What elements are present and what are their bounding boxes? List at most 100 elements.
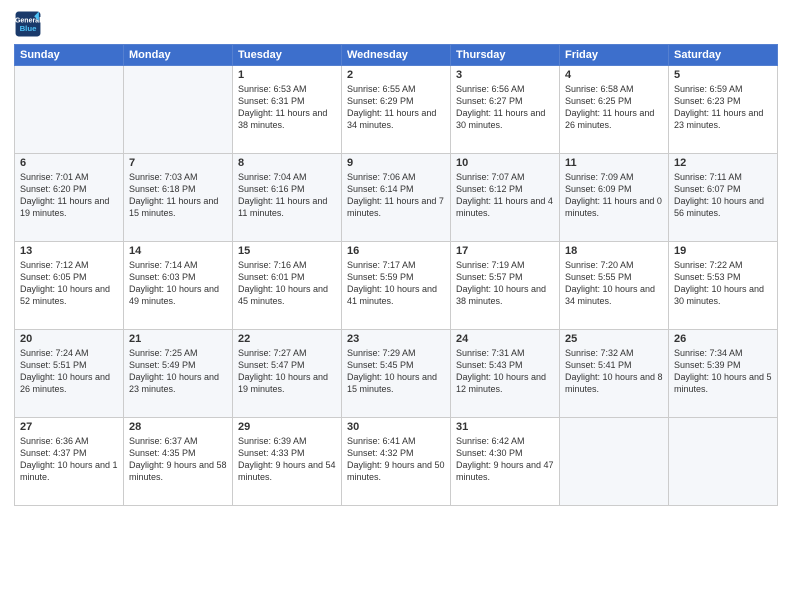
page: General Blue SundayMondayTuesdayWednesda… (0, 0, 792, 612)
calendar-cell: 30Sunrise: 6:41 AM Sunset: 4:32 PM Dayli… (342, 418, 451, 506)
logo-icon: General Blue (14, 10, 42, 38)
calendar-cell: 9 Sunrise: 7:06 AM Sunset: 6:14 PM Daylig… (342, 154, 451, 242)
cell-day-number: 26 (674, 333, 772, 345)
calendar-cell (560, 418, 669, 506)
cell-info: Sunrise: 7:06 AM Sunset: 6:14 PM Dayligh… (347, 171, 445, 220)
calendar-cell: 15 Sunrise: 7:16 AM Sunset: 6:01 PM Dayli… (233, 242, 342, 330)
cell-day-number: 23 (347, 333, 445, 345)
cell-info: Sunrise: 7:01 AM Sunset: 6:20 PM Dayligh… (20, 171, 118, 220)
calendar-cell: 11Sunrise: 7:09 AM Sunset: 6:09 PM Dayli… (560, 154, 669, 242)
cell-day-number: 16 (347, 245, 445, 257)
cell-info: Sunrise: 6:56 AM Sunset: 6:27 PM Dayligh… (456, 83, 554, 132)
cell-day-number: 14 (129, 245, 227, 257)
cell-day-number: 21 (129, 333, 227, 345)
cell-day-number: 17 (456, 245, 554, 257)
calendar-header-monday: Monday (124, 45, 233, 66)
calendar-cell: 20 Sunrise: 7:24 AM Sunset: 5:51 PM Dayli… (15, 330, 124, 418)
cell-day-number: 25 (565, 333, 663, 345)
calendar-week-2: 6 Sunrise: 7:01 AM Sunset: 6:20 PM Daylig… (15, 154, 778, 242)
calendar-cell: 10 Sunrise: 7:07 AM Sunset: 6:12 PM Dayli… (451, 154, 560, 242)
calendar-week-4: 20 Sunrise: 7:24 AM Sunset: 5:51 PM Dayli… (15, 330, 778, 418)
cell-info: Sunrise: 7:19 AM Sunset: 5:57 PM Dayligh… (456, 259, 554, 308)
calendar-cell: 4Sunrise: 6:58 AM Sunset: 6:25 PM Daylig… (560, 66, 669, 154)
cell-info: Sunrise: 6:59 AM Sunset: 6:23 PM Dayligh… (674, 83, 772, 132)
cell-info: Sunrise: 7:25 AM Sunset: 5:49 PM Dayligh… (129, 347, 227, 396)
cell-info: Sunrise: 6:53 AM Sunset: 6:31 PM Dayligh… (238, 83, 336, 132)
calendar-header-wednesday: Wednesday (342, 45, 451, 66)
calendar-header-friday: Friday (560, 45, 669, 66)
calendar-cell (669, 418, 778, 506)
cell-day-number: 2 (347, 69, 445, 81)
cell-day-number: 9 (347, 157, 445, 169)
cell-info: Sunrise: 7:22 AM Sunset: 5:53 PM Dayligh… (674, 259, 772, 308)
calendar-cell: 18 Sunrise: 7:20 AM Sunset: 5:55 PM Dayli… (560, 242, 669, 330)
cell-day-number: 27 (20, 421, 118, 433)
calendar-header-sunday: Sunday (15, 45, 124, 66)
cell-info: Sunrise: 7:09 AM Sunset: 6:09 PM Dayligh… (565, 171, 663, 220)
calendar-header-tuesday: Tuesday (233, 45, 342, 66)
calendar-cell: 22 Sunrise: 7:27 AM Sunset: 5:47 PM Dayli… (233, 330, 342, 418)
header: General Blue (14, 10, 778, 38)
logo: General Blue (14, 10, 44, 38)
cell-info: Sunrise: 7:34 AM Sunset: 5:39 PM Dayligh… (674, 347, 772, 396)
cell-day-number: 6 (20, 157, 118, 169)
cell-info: Sunrise: 7:24 AM Sunset: 5:51 PM Dayligh… (20, 347, 118, 396)
cell-info: Sunrise: 7:07 AM Sunset: 6:12 PM Dayligh… (456, 171, 554, 220)
svg-text:Blue: Blue (20, 24, 38, 33)
calendar-week-1: 1Sunrise: 6:53 AM Sunset: 6:31 PM Daylig… (15, 66, 778, 154)
cell-info: Sunrise: 7:14 AM Sunset: 6:03 PM Dayligh… (129, 259, 227, 308)
calendar-week-5: 27 Sunrise: 6:36 AM Sunset: 4:37 PM Dayli… (15, 418, 778, 506)
calendar-week-3: 13Sunrise: 7:12 AM Sunset: 6:05 PM Dayli… (15, 242, 778, 330)
calendar-cell: 5 Sunrise: 6:59 AM Sunset: 6:23 PM Daylig… (669, 66, 778, 154)
cell-day-number: 31 (456, 421, 554, 433)
calendar-cell: 26 Sunrise: 7:34 AM Sunset: 5:39 PM Dayli… (669, 330, 778, 418)
cell-day-number: 13 (20, 245, 118, 257)
calendar-cell: 28Sunrise: 6:37 AM Sunset: 4:35 PM Dayli… (124, 418, 233, 506)
calendar-cell (15, 66, 124, 154)
cell-info: Sunrise: 7:04 AM Sunset: 6:16 PM Dayligh… (238, 171, 336, 220)
calendar-cell: 31 Sunrise: 6:42 AM Sunset: 4:30 PM Dayli… (451, 418, 560, 506)
cell-info: Sunrise: 6:58 AM Sunset: 6:25 PM Dayligh… (565, 83, 663, 132)
calendar-cell: 14 Sunrise: 7:14 AM Sunset: 6:03 PM Dayli… (124, 242, 233, 330)
cell-info: Sunrise: 6:42 AM Sunset: 4:30 PM Dayligh… (456, 435, 554, 484)
cell-info: Sunrise: 6:37 AM Sunset: 4:35 PM Dayligh… (129, 435, 227, 484)
calendar-cell: 25Sunrise: 7:32 AM Sunset: 5:41 PM Dayli… (560, 330, 669, 418)
calendar-cell: 29 Sunrise: 6:39 AM Sunset: 4:33 PM Dayli… (233, 418, 342, 506)
cell-day-number: 24 (456, 333, 554, 345)
calendar-cell: 13Sunrise: 7:12 AM Sunset: 6:05 PM Dayli… (15, 242, 124, 330)
calendar-cell: 2 Sunrise: 6:55 AM Sunset: 6:29 PM Daylig… (342, 66, 451, 154)
calendar-cell: 27 Sunrise: 6:36 AM Sunset: 4:37 PM Dayli… (15, 418, 124, 506)
cell-day-number: 19 (674, 245, 772, 257)
cell-info: Sunrise: 7:27 AM Sunset: 5:47 PM Dayligh… (238, 347, 336, 396)
cell-info: Sunrise: 6:39 AM Sunset: 4:33 PM Dayligh… (238, 435, 336, 484)
cell-info: Sunrise: 7:16 AM Sunset: 6:01 PM Dayligh… (238, 259, 336, 308)
cell-day-number: 20 (20, 333, 118, 345)
calendar-cell: 17 Sunrise: 7:19 AM Sunset: 5:57 PM Dayli… (451, 242, 560, 330)
cell-info: Sunrise: 7:20 AM Sunset: 5:55 PM Dayligh… (565, 259, 663, 308)
calendar-cell: 16 Sunrise: 7:17 AM Sunset: 5:59 PM Dayli… (342, 242, 451, 330)
calendar-header-thursday: Thursday (451, 45, 560, 66)
cell-day-number: 30 (347, 421, 445, 433)
cell-info: Sunrise: 7:11 AM Sunset: 6:07 PM Dayligh… (674, 171, 772, 220)
cell-day-number: 22 (238, 333, 336, 345)
calendar-cell: 1Sunrise: 6:53 AM Sunset: 6:31 PM Daylig… (233, 66, 342, 154)
cell-day-number: 10 (456, 157, 554, 169)
cell-info: Sunrise: 6:36 AM Sunset: 4:37 PM Dayligh… (20, 435, 118, 484)
cell-info: Sunrise: 7:29 AM Sunset: 5:45 PM Dayligh… (347, 347, 445, 396)
cell-info: Sunrise: 7:03 AM Sunset: 6:18 PM Dayligh… (129, 171, 227, 220)
cell-day-number: 12 (674, 157, 772, 169)
cell-info: Sunrise: 7:17 AM Sunset: 5:59 PM Dayligh… (347, 259, 445, 308)
cell-day-number: 15 (238, 245, 336, 257)
cell-info: Sunrise: 7:31 AM Sunset: 5:43 PM Dayligh… (456, 347, 554, 396)
cell-day-number: 5 (674, 69, 772, 81)
calendar-cell: 12 Sunrise: 7:11 AM Sunset: 6:07 PM Dayli… (669, 154, 778, 242)
cell-day-number: 8 (238, 157, 336, 169)
cell-day-number: 7 (129, 157, 227, 169)
cell-day-number: 18 (565, 245, 663, 257)
calendar-header-row: SundayMondayTuesdayWednesdayThursdayFrid… (15, 45, 778, 66)
cell-day-number: 29 (238, 421, 336, 433)
cell-day-number: 3 (456, 69, 554, 81)
calendar-table: SundayMondayTuesdayWednesdayThursdayFrid… (14, 44, 778, 506)
calendar-header-saturday: Saturday (669, 45, 778, 66)
cell-info: Sunrise: 6:55 AM Sunset: 6:29 PM Dayligh… (347, 83, 445, 132)
